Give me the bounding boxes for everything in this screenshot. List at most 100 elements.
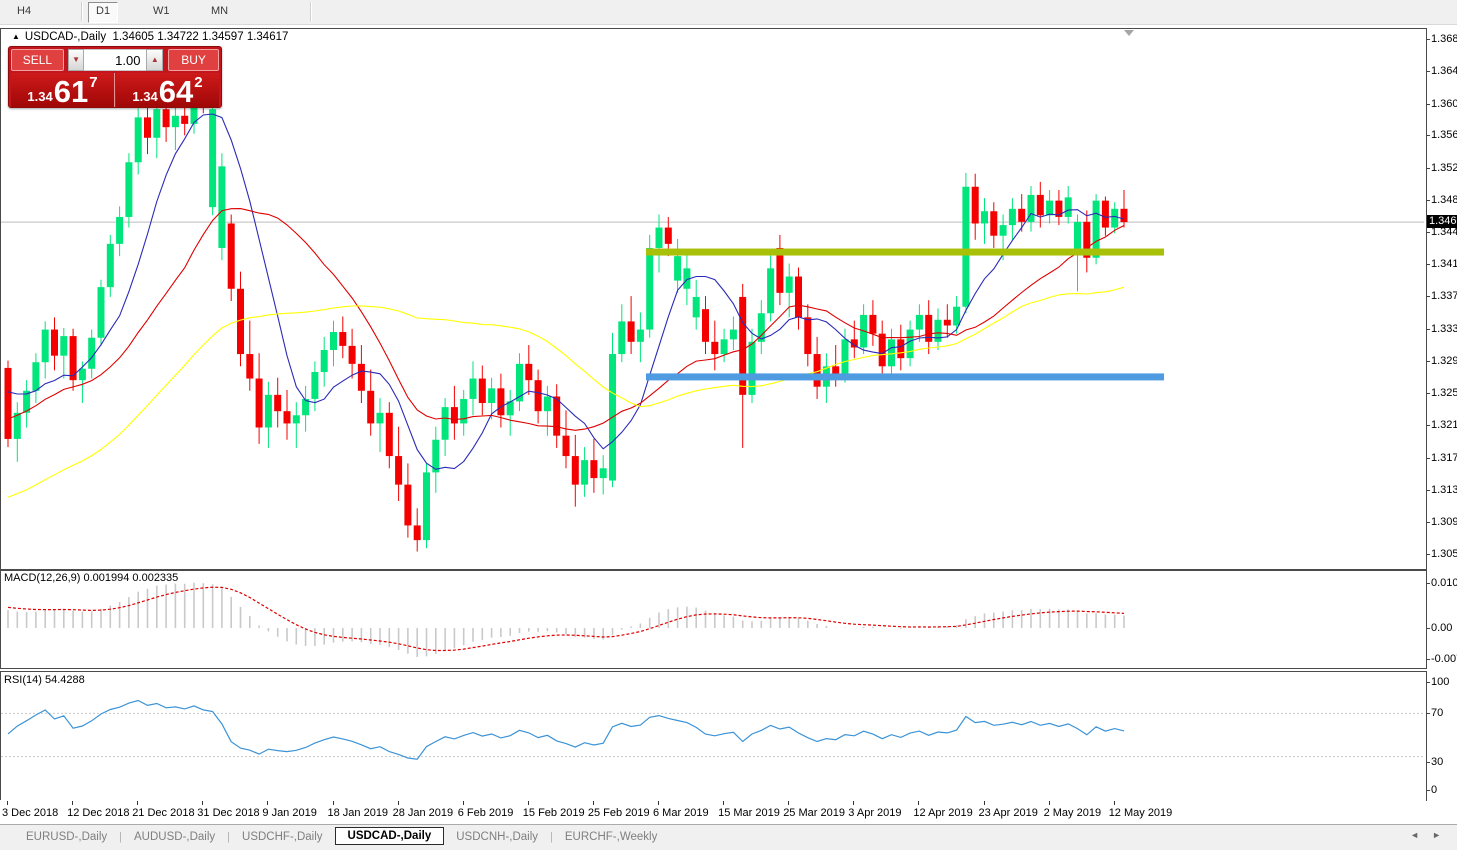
time-axis-label: 21 Dec 2018 xyxy=(132,807,194,819)
time-axis-tick xyxy=(853,801,854,805)
macd-axis-label: 0.00 xyxy=(1431,622,1452,634)
chart-shift-marker-icon[interactable] xyxy=(1124,30,1134,36)
timeframe-button-d1[interactable]: D1 xyxy=(88,2,118,23)
time-axis-tick xyxy=(593,801,594,805)
time-axis-label: 12 Dec 2018 xyxy=(67,807,129,819)
macd-axis-label: 0.010229 xyxy=(1431,577,1457,589)
time-axis-label: 12 Apr 2019 xyxy=(913,807,972,819)
price-axis-label: 1.36070 xyxy=(1431,98,1457,110)
buy-price-sup: 2 xyxy=(194,74,202,91)
price-axis-tick xyxy=(1426,490,1430,491)
price-axis-tick xyxy=(1426,168,1430,169)
current-price-tag: 1.34617 xyxy=(1427,215,1457,228)
price-chart-panel[interactable] xyxy=(0,28,1427,570)
collapse-chart-icon[interactable]: ▲ xyxy=(12,32,20,41)
tab-eurusd-daily[interactable]: EURUSD-,Daily xyxy=(14,829,119,845)
trade-panel-quotes: 1.34 61 7 1.34 64 2 xyxy=(11,73,219,107)
price-axis-label: 1.33310 xyxy=(1431,323,1457,335)
time-axis-tick xyxy=(528,801,529,805)
macd-axis-tick xyxy=(1426,628,1430,629)
time-axis-tick xyxy=(918,801,919,805)
price-axis-label: 1.36860 xyxy=(1431,33,1457,45)
rsi-axis-tick xyxy=(1426,682,1430,683)
timeframe-button-h4[interactable]: H4 xyxy=(10,2,38,21)
price-axis-tick xyxy=(1426,232,1430,233)
sell-button[interactable]: SELL xyxy=(11,49,64,71)
price-axis-tick xyxy=(1426,104,1430,105)
volume-input[interactable] xyxy=(84,49,146,71)
time-axis-label: 3 Dec 2018 xyxy=(2,807,58,819)
price-axis-tick xyxy=(1426,264,1430,265)
timeframe-button-w1[interactable]: W1 xyxy=(146,2,177,21)
rsi-axis-label: 100 xyxy=(1431,676,1449,688)
tab-usdcad-daily[interactable]: USDCAD-,Daily xyxy=(335,827,445,845)
time-axis-label: 6 Feb 2019 xyxy=(458,807,514,819)
ohlc-high: 1.34722 xyxy=(157,31,199,43)
tab-usdchf-daily[interactable]: USDCHF-,Daily xyxy=(230,829,335,845)
tab-scroll-left-icon[interactable]: ◄ xyxy=(1410,830,1419,840)
ohlc-close: 1.34617 xyxy=(247,31,289,43)
tab-eurchf-weekly[interactable]: EURCHF-,Weekly xyxy=(553,829,669,845)
buy-quote[interactable]: 1.34 64 2 xyxy=(116,73,219,107)
time-axis-label: 25 Feb 2019 xyxy=(588,807,650,819)
price-axis-tick xyxy=(1426,458,1430,459)
macd-panel[interactable] xyxy=(0,570,1427,669)
buy-price-big: 64 xyxy=(159,76,193,107)
time-axis-tick xyxy=(463,801,464,805)
time-axis-label: 31 Dec 2018 xyxy=(197,807,259,819)
time-axis-tick xyxy=(984,801,985,805)
chart-tab-bar: EURUSD-,Daily|AUDUSD-,Daily|USDCHF-,Dail… xyxy=(0,824,1457,848)
sell-quote[interactable]: 1.34 61 7 xyxy=(11,73,115,107)
time-axis-tick xyxy=(658,801,659,805)
time-axis-tick xyxy=(137,801,138,805)
price-axis-label: 1.32920 xyxy=(1431,355,1457,367)
price-axis-label: 1.32130 xyxy=(1431,419,1457,431)
macd-axis-label: -0.00747 xyxy=(1431,653,1457,665)
timeframe-button-mn[interactable]: MN xyxy=(204,2,235,21)
macd-axis-tick xyxy=(1426,583,1430,584)
time-axis[interactable]: 3 Dec 2018 12 Dec 201821 Dec 201831 Dec 2… xyxy=(0,800,1426,824)
price-axis-tick xyxy=(1426,554,1430,555)
chart-title: ▲USDCAD-,Daily 1.34605 1.34722 1.34597 1… xyxy=(12,31,288,43)
chart-symbol-period: USDCAD-,Daily xyxy=(25,31,106,43)
rsi-label: RSI(14) 54.4288 xyxy=(4,674,85,686)
price-axis-label: 1.30940 xyxy=(1431,516,1457,528)
tab-audusd-daily[interactable]: AUDUSD-,Daily xyxy=(122,829,227,845)
toolbar-separator xyxy=(310,2,312,21)
price-axis-label: 1.34890 xyxy=(1431,194,1457,206)
time-axis-tick xyxy=(202,801,203,805)
price-axis-tick xyxy=(1426,200,1430,201)
price-axis-tick xyxy=(1426,135,1430,136)
trade-panel-controls: SELL ▼ ▲ BUY xyxy=(11,49,219,71)
time-axis-tick xyxy=(1049,801,1050,805)
sell-price-big: 61 xyxy=(54,76,88,107)
rsi-axis-tick xyxy=(1426,762,1430,763)
time-axis-label: 25 Mar 2019 xyxy=(783,807,845,819)
sell-price-prefix: 1.34 xyxy=(27,89,52,104)
price-axis-label: 1.30550 xyxy=(1431,548,1457,560)
rsi-panel[interactable] xyxy=(0,671,1427,801)
price-axis-tick xyxy=(1426,425,1430,426)
macd-label: MACD(12,26,9) 0.001994 0.002335 xyxy=(4,572,178,584)
volume-increment-button[interactable]: ▲ xyxy=(146,49,163,71)
time-axis-tick xyxy=(72,801,73,805)
volume-decrement-button[interactable]: ▼ xyxy=(68,49,85,71)
time-axis-label: 18 Jan 2019 xyxy=(328,807,389,819)
rsi-axis-tick xyxy=(1426,713,1430,714)
buy-price-prefix: 1.34 xyxy=(132,89,157,104)
price-axis-tick xyxy=(1426,361,1430,362)
tab-scroll-right-icon[interactable]: ► xyxy=(1432,830,1441,840)
time-axis-tick xyxy=(333,801,334,805)
time-axis-label: 28 Jan 2019 xyxy=(393,807,454,819)
time-axis-tick xyxy=(7,801,8,805)
rsi-axis-label: 0 xyxy=(1431,784,1437,796)
time-axis-label: 15 Feb 2019 xyxy=(523,807,585,819)
price-axis-tick xyxy=(1426,296,1430,297)
buy-button[interactable]: BUY xyxy=(168,49,219,71)
mt4-window: H4D1W1MN ▲USDCAD-,Daily 1.34605 1.34722 … xyxy=(0,0,1457,850)
tab-usdcnh-daily[interactable]: USDCNH-,Daily xyxy=(444,829,550,845)
time-axis-tick xyxy=(723,801,724,805)
sell-price-sup: 7 xyxy=(89,74,97,91)
price-axis-tick xyxy=(1426,39,1430,40)
price-axis-tick xyxy=(1426,522,1430,523)
